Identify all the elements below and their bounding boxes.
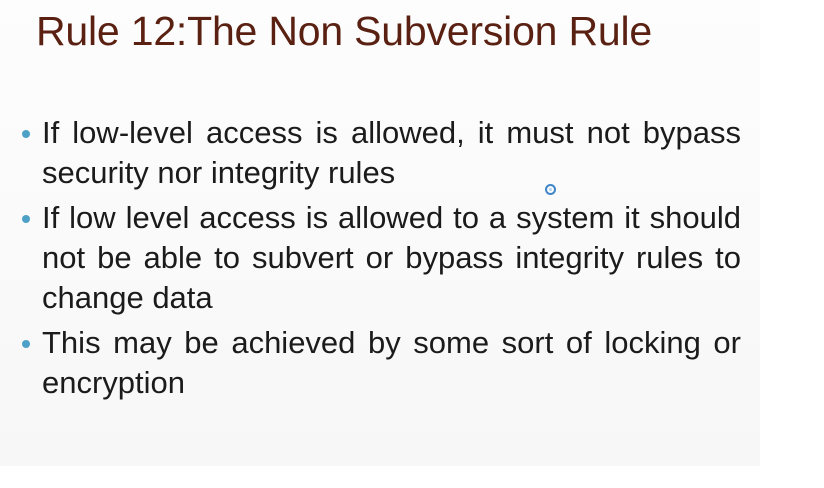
bullet-text: This may be achieved by some sort of loc… xyxy=(42,325,741,400)
bullet-text: If low level access is allowed to a syst… xyxy=(42,200,741,315)
bullet-dot-icon xyxy=(22,340,30,348)
busy-cursor-icon xyxy=(545,184,556,195)
slide: Rule 12:The Non Subversion Rule If low-l… xyxy=(0,0,760,466)
bullet-item: This may be achieved by some sort of loc… xyxy=(22,323,741,403)
bullet-item: If low-level access is allowed, it must … xyxy=(22,113,741,193)
bullet-text: If low-level access is allowed, it must … xyxy=(42,115,741,190)
bullet-dot-icon xyxy=(22,130,30,138)
slide-title: Rule 12:The Non Subversion Rule xyxy=(36,8,652,54)
bullet-list: If low-level access is allowed, it must … xyxy=(22,113,741,408)
bullet-dot-icon xyxy=(22,215,30,223)
bullet-item: If low level access is allowed to a syst… xyxy=(22,198,741,318)
